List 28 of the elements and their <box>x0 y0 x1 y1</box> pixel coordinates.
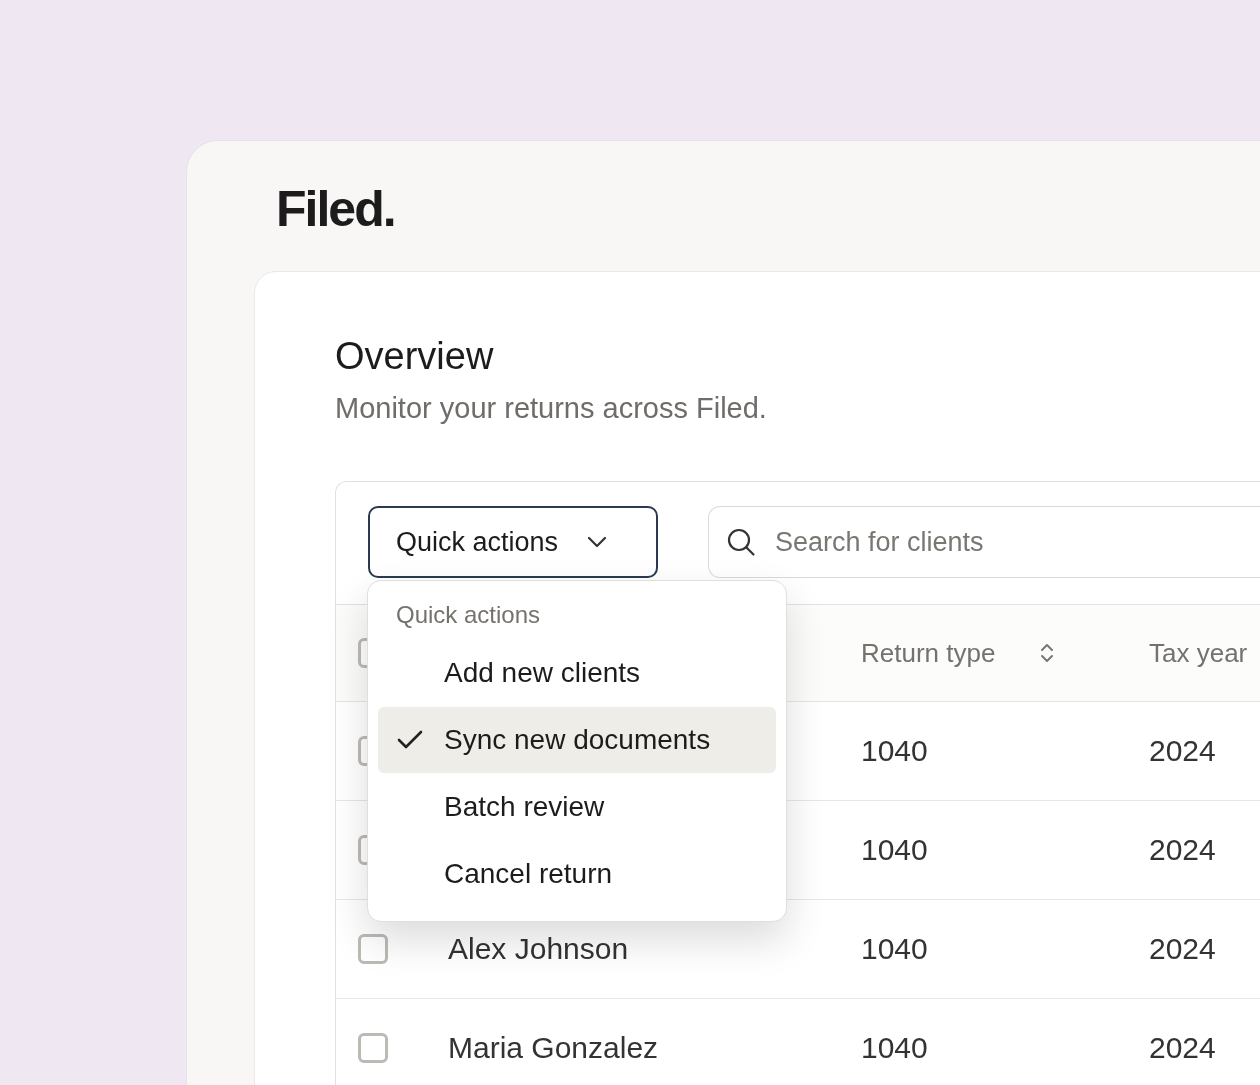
row-checkbox[interactable] <box>358 1033 388 1063</box>
table-cell: 2024 <box>1149 734 1216 767</box>
client-name: Maria Gonzalez <box>448 1031 659 1064</box>
table-cell: 1040 <box>861 833 928 866</box>
check-icon <box>396 729 424 751</box>
table-cell: 1040 <box>861 1031 928 1064</box>
table-cell: 1040 <box>861 932 928 965</box>
logo: Filed. <box>276 181 395 237</box>
caret-icon <box>586 535 609 549</box>
menu-item[interactable]: Cancel return <box>378 841 776 907</box>
quick-actions-button[interactable]: Quick actions <box>368 506 658 578</box>
menu-item[interactable]: Batch review <box>378 774 776 840</box>
page-title: Overview <box>335 334 494 378</box>
row-checkbox[interactable] <box>358 934 388 964</box>
search-icon <box>726 527 756 557</box>
column-header[interactable]: Return type <box>861 637 996 669</box>
table-cell: 1040 <box>861 734 928 767</box>
page-subtitle: Monitor your returns across Filed. <box>335 392 767 425</box>
search-field[interactable]: Search for clients <box>708 506 1260 578</box>
menu-item[interactable]: Sync new documents <box>378 707 776 773</box>
table-cell: 2024 <box>1149 833 1216 866</box>
menu-item[interactable]: Add new clients <box>378 640 776 706</box>
table-cell: 2024 <box>1149 1031 1216 1064</box>
client-name: Alex Johnson <box>448 932 629 965</box>
table-cell: 2024 <box>1149 932 1216 965</box>
sort-icon[interactable] <box>1039 642 1056 664</box>
column-header[interactable]: Tax year <box>1149 637 1248 669</box>
menu-heading: Quick actions <box>395 600 542 630</box>
